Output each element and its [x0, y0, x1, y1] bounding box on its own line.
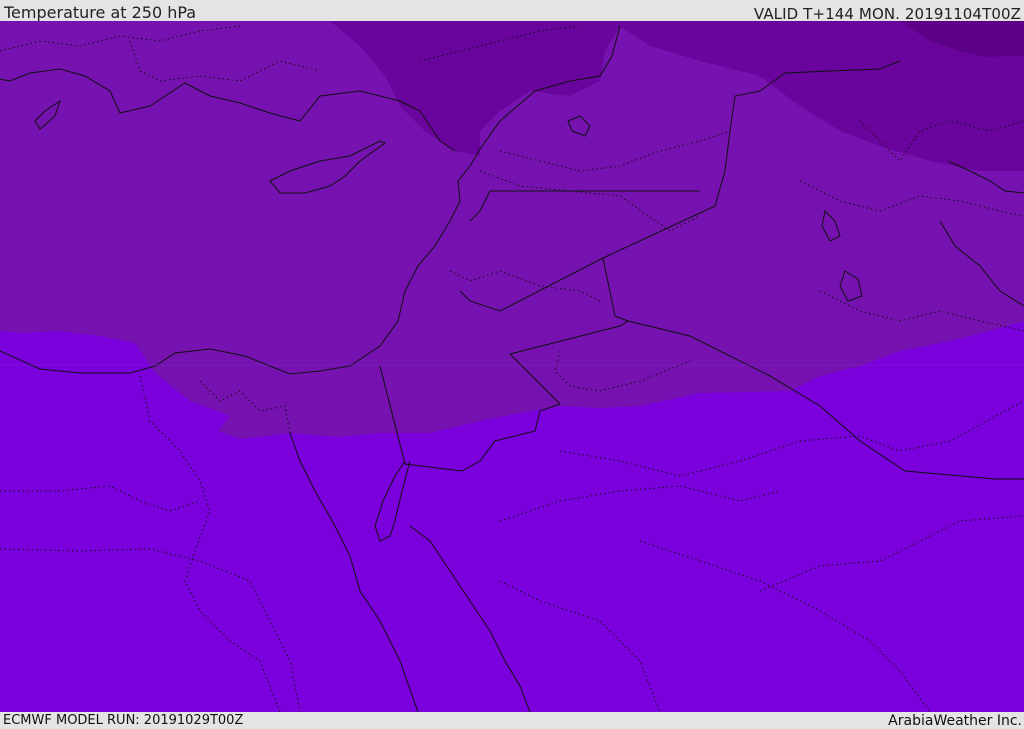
- temperature-map: [0, 21, 1024, 712]
- credit-label: ArabiaWeather Inc.: [888, 713, 1022, 729]
- model-run-label: ECMWF MODEL RUN: 20191029T00Z: [3, 713, 244, 728]
- map-title: Temperature at 250 hPa: [4, 3, 197, 22]
- header-bar: Temperature at 250 hPa VALID T+144 MON. …: [0, 0, 1024, 23]
- footer-bar: ECMWF MODEL RUN: 20191029T00Z ArabiaWeat…: [0, 712, 1024, 729]
